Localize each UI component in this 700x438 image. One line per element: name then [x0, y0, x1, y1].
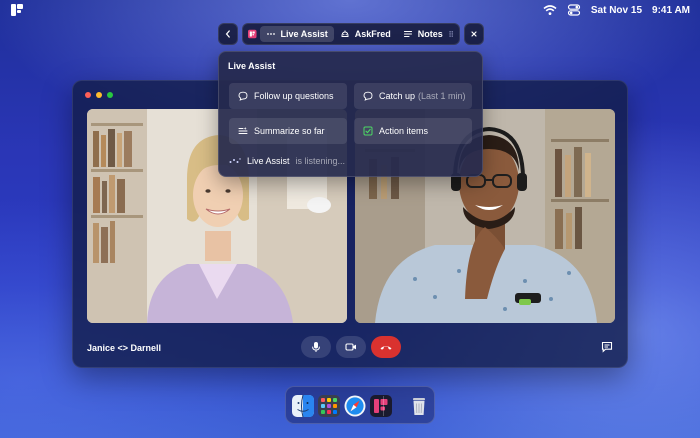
tab-bar: Live Assist AskFred Notes — [242, 23, 460, 45]
dock-separator — [383, 396, 384, 416]
checkbox-icon — [363, 126, 373, 136]
fred-icon — [341, 30, 349, 37]
fireflies-icon[interactable] — [370, 395, 392, 417]
action-items-button[interactable]: Action items — [354, 118, 472, 144]
tab-notes[interactable]: Notes — [397, 26, 449, 42]
zoom-window-button[interactable] — [107, 92, 113, 98]
meeting-title: Janice <> Darnell — [87, 343, 162, 353]
tab-label: Notes — [417, 29, 443, 39]
dock — [285, 386, 435, 424]
tab-label: Live Assist — [280, 29, 328, 39]
launchpad-icon[interactable] — [318, 395, 340, 417]
camera-button[interactable] — [336, 336, 366, 358]
action-label: Follow up questions — [254, 91, 334, 101]
status-name: Live Assist — [247, 156, 290, 166]
follow-up-questions-button[interactable]: Follow up questions — [229, 83, 347, 109]
status-text: is listening... — [295, 156, 346, 166]
action-suffix: (Last 1 min) — [418, 91, 466, 101]
tab-label: AskFred — [354, 29, 391, 39]
end-call-icon — [380, 346, 392, 350]
fireflies-logo-icon[interactable] — [10, 3, 24, 17]
sparkle-dots-icon — [229, 158, 241, 163]
trash-icon[interactable] — [408, 395, 430, 417]
panel-title: Live Assist — [228, 61, 276, 71]
menubar-date[interactable]: Sat Nov 15 — [591, 5, 642, 16]
back-button[interactable] — [218, 23, 238, 45]
catch-up-button[interactable]: Catch up (Last 1 min) — [354, 83, 472, 109]
assistant-toolbar: Live Assist AskFred Notes — [218, 23, 484, 45]
summarize-so-far-button[interactable]: Summarize so far — [229, 118, 347, 144]
drag-handle-icon[interactable] — [449, 29, 453, 39]
microphone-icon — [312, 342, 320, 352]
fireflies-logo-icon — [248, 29, 257, 39]
live-assist-panel: Live Assist Follow up questions Catch up… — [218, 51, 483, 177]
menubar-time[interactable]: 9:41 AM — [652, 5, 690, 16]
action-label: Catch up — [379, 91, 416, 101]
safari-icon[interactable] — [344, 395, 366, 417]
minimize-window-button[interactable] — [96, 92, 102, 98]
control-center-icon[interactable] — [567, 4, 581, 16]
end-call-button[interactable] — [371, 336, 401, 358]
action-label: Summarize so far — [254, 126, 325, 136]
close-button[interactable] — [464, 23, 484, 45]
menu-bar: Sat Nov 15 9:41 AM — [0, 0, 700, 20]
chat-bubble-icon — [363, 91, 373, 101]
wifi-icon[interactable] — [543, 4, 557, 16]
listening-status: Live Assist is listening... — [229, 156, 345, 166]
chat-icon[interactable] — [601, 341, 613, 353]
chat-bubble-icon — [238, 91, 248, 101]
microphone-button[interactable] — [301, 336, 331, 358]
finder-icon[interactable] — [292, 395, 314, 417]
close-window-button[interactable] — [85, 92, 91, 98]
tab-askfred[interactable]: AskFred — [334, 26, 397, 42]
notes-icon — [403, 30, 412, 38]
tab-live-assist[interactable]: Live Assist — [259, 26, 334, 42]
window-controls — [85, 92, 113, 98]
close-icon — [471, 31, 477, 37]
dots-icon — [266, 33, 275, 35]
summary-icon — [238, 127, 248, 134]
camera-icon — [345, 343, 356, 351]
action-label: Action items — [379, 126, 429, 136]
chevron-left-icon — [225, 30, 230, 38]
